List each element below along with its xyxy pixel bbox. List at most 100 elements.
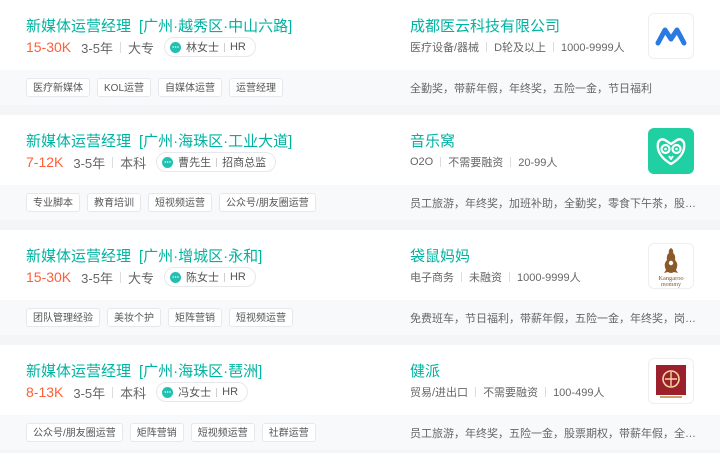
company-logo[interactable]: Kangaroo mommy xyxy=(648,243,694,289)
job-card-header: 新媒体运营经理 [广州·海珠区·工业大道] 7-12K 3-5年 本科 曹先生 招… xyxy=(0,115,720,185)
company-size: 1000-9999人 xyxy=(561,42,625,54)
job-title-link[interactable]: 新媒体运营经理 [广州·海珠区·工业大道] xyxy=(26,130,292,151)
company-meta: 电子商务 未融资 1000-9999人 xyxy=(410,268,581,286)
company-benefits: 员工旅游，年终奖，五险一金，股票期权，带薪年假，全勤奖 xyxy=(410,428,700,440)
company-name-link[interactable]: 音乐窝 xyxy=(410,130,455,151)
company-industry: 医疗设备/器械 xyxy=(410,42,480,54)
job-tag: 专业脚本 xyxy=(26,193,80,212)
job-card-header: 新媒体运营经理 [广州·海珠区·琶洲] 8-13K 3-5年 本科 冯女士 HR … xyxy=(0,345,720,415)
job-meta: 15-30K 3-5年 大专 陈女士 HR xyxy=(26,267,256,287)
job-card-footer: 公众号/朋友圈运营 矩阵营销 短视频运营 社群运营 员工旅游，年终奖，五险一金，… xyxy=(0,415,720,450)
job-title-link[interactable]: 新媒体运营经理 [广州·增城区·永和] xyxy=(26,245,262,266)
recruiter-chat-button[interactable]: 林女士 HR xyxy=(163,37,256,57)
recruiter-chat-button[interactable]: 陈女士 HR xyxy=(163,267,256,287)
divider xyxy=(475,387,477,397)
company-industry: 电子商务 xyxy=(410,272,454,284)
job-title-link[interactable]: 新媒体运营经理 [广州·越秀区·中山六路] xyxy=(26,15,292,36)
company-logo[interactable] xyxy=(648,128,694,174)
divider xyxy=(223,42,225,52)
chat-bubble-icon xyxy=(162,386,174,398)
company-meta: O2O 不需要融资 20-99人 xyxy=(410,153,557,171)
divider xyxy=(545,387,547,397)
job-tags: 专业脚本 教育培训 短视频运营 公众号/朋友圈运营 xyxy=(26,193,316,212)
job-card-footer: 团队管理经验 美妆个护 矩阵营销 短视频运营 免费班车，节日福利，带薪年假，五险… xyxy=(0,300,720,335)
job-card-footer: 医疗新媒体 KOL运营 自媒体运营 运营经理 全勤奖，带薪年假，年终奖，五险一金… xyxy=(0,70,720,105)
divider xyxy=(216,387,218,397)
recruiter-role: HR xyxy=(229,271,246,283)
job-experience: 3-5年 xyxy=(81,40,113,56)
job-title-link[interactable]: 新媒体运营经理 [广州·海珠区·琶洲] xyxy=(26,360,262,381)
job-location: [广州·越秀区·中山六路] xyxy=(139,18,293,35)
company-benefits: 员工旅游，年终奖，加班补助，全勤奖，零食下午茶，股票期权 xyxy=(410,198,700,210)
divider xyxy=(553,42,555,52)
recruiter-chat-button[interactable]: 冯女士 HR xyxy=(156,382,249,402)
job-education: 大专 xyxy=(127,270,154,286)
divider xyxy=(119,271,121,283)
job-salary: 8-13K xyxy=(26,384,64,400)
logo-text: mommy xyxy=(661,282,681,288)
chat-bubble-icon xyxy=(162,156,174,168)
chat-bubble-icon xyxy=(169,271,181,283)
job-salary: 15-30K xyxy=(26,269,72,285)
job-card-header: 新媒体运营经理 [广州·增城区·永和] 15-30K 3-5年 大专 陈女士 HR… xyxy=(0,230,720,300)
job-tag: 公众号/朋友圈运营 xyxy=(26,423,123,442)
company-financing: D轮及以上 xyxy=(494,42,547,54)
recruiter-role: HR xyxy=(222,386,239,398)
job-tag: 自媒体运营 xyxy=(158,78,223,97)
company-meta: 贸易/进出口 不需要融资 100-499人 xyxy=(410,383,604,401)
company-size: 100-499人 xyxy=(553,387,605,399)
job-tag: 矩阵营销 xyxy=(129,423,184,442)
job-list: 新媒体运营经理 [广州·越秀区·中山六路] 15-30K 3-5年 大专 林女士 … xyxy=(0,0,720,453)
company-industry: 贸易/进出口 xyxy=(410,387,469,399)
job-tag: 美妆个护 xyxy=(107,308,161,327)
job-meta: 8-13K 3-5年 本科 冯女士 HR xyxy=(26,382,249,402)
company-size: 20-99人 xyxy=(518,157,558,169)
company-logo[interactable] xyxy=(648,358,694,404)
job-card-footer: 专业脚本 教育培训 短视频运营 公众号/朋友圈运营 员工旅游，年终奖，加班补助，… xyxy=(0,185,720,220)
company-name-link[interactable]: 健派 xyxy=(410,360,440,381)
job-tag: 短视频运营 xyxy=(148,193,212,212)
job-tag: 运营经理 xyxy=(229,78,284,97)
job-education: 大专 xyxy=(127,40,154,56)
company-financing: 不需要融资 xyxy=(448,157,504,169)
job-tags: 医疗新媒体 KOL运营 自媒体运营 运营经理 xyxy=(26,78,284,97)
job-tag: 医疗新媒体 xyxy=(26,78,90,97)
job-card-header: 新媒体运营经理 [广州·越秀区·中山六路] 15-30K 3-5年 大专 林女士 … xyxy=(0,0,720,70)
divider xyxy=(119,41,121,53)
job-tags: 公众号/朋友圈运营 矩阵营销 短视频运营 社群运营 xyxy=(26,423,316,442)
recruiter-chat-button[interactable]: 曹先生 招商总监 xyxy=(156,152,277,172)
job-experience: 3-5年 xyxy=(73,155,106,171)
logo-text: Kangaroo xyxy=(658,275,683,282)
owl-logo-icon xyxy=(656,138,686,166)
job-tag: 矩阵营销 xyxy=(168,308,222,327)
divider xyxy=(461,272,462,282)
job-tag: 公众号/朋友圈运营 xyxy=(219,193,316,212)
divider xyxy=(216,157,218,167)
company-size: 1000-9999人 xyxy=(517,272,581,284)
divider xyxy=(112,386,114,398)
red-seal-logo-icon xyxy=(656,365,686,398)
job-experience: 3-5年 xyxy=(73,385,106,401)
divider xyxy=(486,42,488,52)
company-name-link[interactable]: 袋鼠妈妈 xyxy=(410,245,470,266)
job-education: 本科 xyxy=(120,385,147,401)
job-education: 本科 xyxy=(120,155,147,171)
divider xyxy=(223,272,225,282)
job-title[interactable]: 新媒体运营经理 xyxy=(26,248,131,265)
company-logo[interactable] xyxy=(648,13,694,59)
recruiter-name: 曹先生 xyxy=(178,157,212,169)
job-card[interactable]: 新媒体运营经理 [广州·海珠区·工业大道] 7-12K 3-5年 本科 曹先生 招… xyxy=(0,115,720,220)
job-meta: 7-12K 3-5年 本科 曹先生 招商总监 xyxy=(26,152,277,172)
company-name-link[interactable]: 成都医云科技有限公司 xyxy=(410,15,560,36)
kangaroo-logo-icon: Kangaroo mommy xyxy=(658,248,684,288)
job-card[interactable]: 新媒体运营经理 [广州·增城区·永和] 15-30K 3-5年 大专 陈女士 HR… xyxy=(0,230,720,335)
recruiter-role: 招商总监 xyxy=(222,157,267,169)
job-title[interactable]: 新媒体运营经理 xyxy=(26,363,131,380)
company-benefits: 全勤奖，带薪年假，年终奖，五险一金，节日福利 xyxy=(410,83,652,95)
divider xyxy=(112,156,114,168)
job-title[interactable]: 新媒体运营经理 xyxy=(26,18,131,35)
job-title[interactable]: 新媒体运营经理 xyxy=(26,133,131,150)
job-card[interactable]: 新媒体运营经理 [广州·海珠区·琶洲] 8-13K 3-5年 本科 冯女士 HR … xyxy=(0,345,720,450)
job-tag: 社群运营 xyxy=(261,423,316,442)
job-card[interactable]: 新媒体运营经理 [广州·越秀区·中山六路] 15-30K 3-5年 大专 林女士 … xyxy=(0,0,720,105)
